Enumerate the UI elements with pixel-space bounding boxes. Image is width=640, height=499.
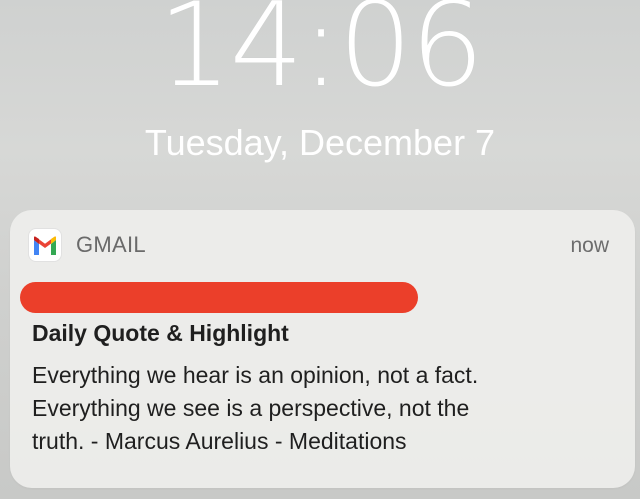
lockscreen-date: Tuesday, December 7 xyxy=(144,122,496,163)
notification-body-line: truth. - Marcus Aurelius - Meditations xyxy=(32,428,407,454)
notification-body-line: Everything we see is a perspective, not … xyxy=(32,395,470,421)
lockscreen-clock: 14:06 xyxy=(157,0,484,113)
notification-timestamp: now xyxy=(570,234,609,257)
redacted-sender xyxy=(20,282,418,313)
notification-app-name: GMAIL xyxy=(76,232,146,257)
notification-body-line: Everything we hear is an opinion, not a … xyxy=(32,362,479,388)
gmail-icon xyxy=(28,228,62,262)
notification-card[interactable]: GMAIL now Daily Quote & Highlight Everyt… xyxy=(10,210,635,488)
notification-body: Everything we hear is an opinion, not a … xyxy=(32,359,622,458)
notification-subject: Daily Quote & Highlight xyxy=(32,320,289,346)
